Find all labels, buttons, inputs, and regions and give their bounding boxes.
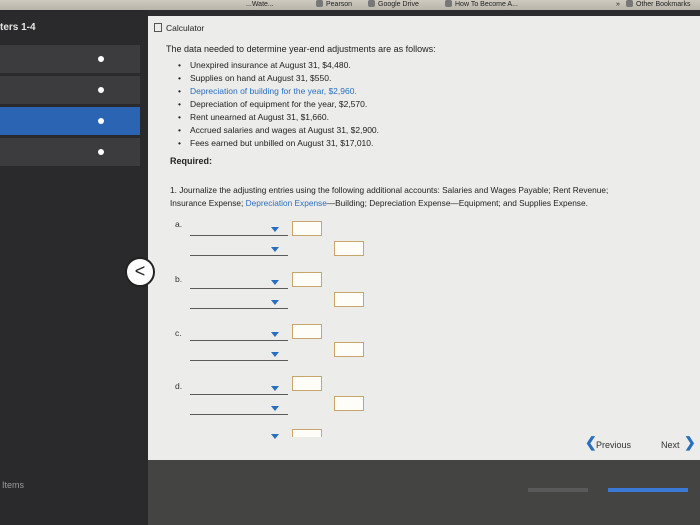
dropdown-arrow-icon[interactable] [271,352,279,357]
debit-input-d[interactable] [292,376,322,391]
glossary-link[interactable]: Depreciation Expense [246,198,327,208]
list-item: Unexpired insurance at August 31, $4,480… [178,59,379,72]
list-item: Supplies on hand at August 31, $550. [178,72,379,85]
back-button[interactable]: < [125,257,155,287]
dropdown-arrow-icon[interactable] [271,280,279,285]
list-item: Depreciation of building for the year, $… [178,85,379,98]
bookmark-label: Google Drive [378,1,419,8]
fact-text: Rent unearned at August 31, $1,660. [190,112,329,122]
debit-input-b[interactable] [292,272,322,287]
dropdown-arrow-icon[interactable] [271,434,279,439]
bookmark-other[interactable]: Other Bookmarks [626,0,690,10]
previous-button[interactable]: ❮ Previous [585,434,637,453]
bookmark-label: Other Bookmarks [636,1,691,8]
dropdown-arrow-icon[interactable] [271,386,279,391]
chapter-title: ters 1-4 [0,22,36,33]
calculator-label: Calculator [166,23,205,33]
account-select-c2[interactable] [190,360,288,361]
problem-panel: Calculator The data needed to determine … [148,16,700,460]
bottom-strip [148,460,700,525]
credit-input-b[interactable] [334,292,364,307]
dropdown-arrow-icon[interactable] [271,227,279,232]
drive-icon [368,0,375,7]
list-item: Fees earned but unbilled on August 31, $… [178,137,379,150]
fact-text: Depreciation of equipment for the year, … [190,99,368,109]
account-select-d1[interactable] [190,394,288,395]
nav-item-1[interactable] [0,45,140,73]
previous-label: Previous [596,440,632,450]
fact-text: Accrued salaries and wages at August 31,… [190,125,380,135]
bookmarks-overflow-chevron[interactable]: » [616,0,620,10]
nav-item-3-active[interactable] [0,107,140,135]
dropdown-arrow-icon[interactable] [271,247,279,252]
dropdown-arrow-icon[interactable] [271,406,279,411]
list-item: Rent unearned at August 31, $1,660. [178,111,379,124]
nav-item-4[interactable] [0,138,140,166]
account-select-a2[interactable] [190,255,288,256]
fact-text: Unexpired insurance at August 31, $4,480… [190,60,351,70]
bookmark-label: Pearson [326,1,353,8]
bottom-bar-blue [608,488,688,492]
fact-text: Depreciation of building for the year, $… [190,86,357,96]
entry-label-b: b. [175,274,183,284]
status-dot [98,118,104,124]
question-line-2a: Insurance Expense; [170,198,246,208]
list-item: Depreciation of equipment for the year, … [178,98,379,111]
status-dot [98,87,104,93]
pearson-icon [316,0,323,7]
entry-label-a: a. [175,219,183,229]
dropdown-arrow-icon[interactable] [271,332,279,337]
bookmark-google-drive[interactable]: Google Drive [368,0,419,10]
next-label: Next [661,440,680,450]
chevron-right-icon: ❯ [684,434,696,450]
account-select-b1[interactable] [190,288,288,289]
credit-input-d[interactable] [334,396,364,411]
calculator-icon [154,23,162,32]
account-select-a1[interactable] [190,235,288,236]
fact-text: Supplies on hand at August 31, $550. [190,73,332,83]
question-line-1: 1. Journalize the adjusting entries usin… [170,185,609,195]
bookmark-icon [445,0,452,7]
account-select-b2[interactable] [190,308,288,309]
chevron-left-icon: ❮ [585,434,597,450]
fact-text: Fees earned but unbilled on August 31, $… [190,138,374,148]
bookmark-label: ...Wate... [246,1,274,8]
status-dot [98,56,104,62]
bookmark-pearson[interactable]: Pearson [316,0,352,10]
question-text: 1. Journalize the adjusting entries usin… [170,184,680,210]
account-select-d2[interactable] [190,414,288,415]
debit-input-a[interactable] [292,221,322,236]
entry-label-d: d. [175,381,183,391]
status-dot [98,149,104,155]
next-button[interactable]: Next ❯ [660,434,700,453]
required-heading: Required: [170,156,213,166]
debit-input-c[interactable] [292,324,322,339]
question-line-2b: —Building; Depreciation Expense—Equipmen… [326,198,588,208]
bookmarks-bar: ...Wate... Pearson Google Drive How To B… [0,0,700,10]
items-label: Items [2,480,25,490]
list-item: Accrued salaries and wages at August 31,… [178,124,379,137]
nav-item-2[interactable] [0,76,140,104]
facts-list: Unexpired insurance at August 31, $4,480… [178,59,379,150]
bookmark-item[interactable]: ...Wate... [246,0,274,10]
credit-input-c[interactable] [334,342,364,357]
calculator-link[interactable]: Calculator [154,23,204,33]
bookmark-label: How To Become A... [455,1,518,8]
credit-input-a[interactable] [334,241,364,256]
account-select-c1[interactable] [190,340,288,341]
problem-intro: The data needed to determine year-end ad… [166,44,436,54]
folder-icon [626,0,633,7]
dropdown-arrow-icon[interactable] [271,300,279,305]
bottom-bar-gray [528,488,588,492]
debit-input-e[interactable] [292,429,322,437]
bookmark-how-to-become[interactable]: How To Become A... [445,0,518,10]
entry-label-c: c. [175,328,182,338]
